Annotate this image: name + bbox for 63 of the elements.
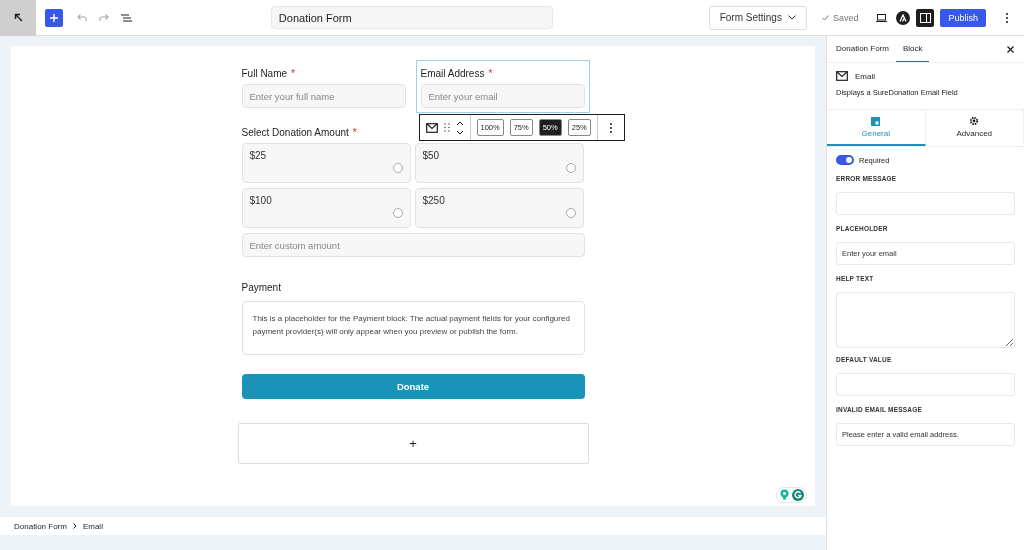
field-label: Payment	[241, 282, 281, 293]
donate-button[interactable]: Donate	[241, 374, 585, 399]
publish-button[interactable]: Publish	[940, 8, 986, 27]
move-up-down-icon[interactable]	[455, 119, 464, 136]
list-icon	[120, 13, 132, 22]
settings-tab[interactable]: General	[827, 110, 926, 146]
plus-icon	[50, 13, 58, 22]
amount-text: $100	[249, 195, 272, 208]
amount-text: $25	[249, 150, 267, 163]
custom-amount-field[interactable]: Enter custom amount	[241, 233, 585, 257]
required-toggle[interactable]	[836, 155, 854, 165]
input-field[interactable]: Enter your full name	[241, 84, 406, 108]
amount-option[interactable]: $25	[241, 143, 411, 183]
chevron-down-icon	[787, 15, 796, 20]
required-mark: *	[291, 68, 295, 79]
mail-icon	[425, 122, 438, 133]
field-block[interactable]: Full Name * Enter your full name	[236, 60, 411, 113]
field-label: Full Name	[241, 68, 288, 79]
title-field[interactable]: Donation Form	[270, 6, 553, 29]
required-mark: *	[488, 68, 493, 79]
block-name: Email	[855, 71, 875, 81]
amount-option[interactable]: $250	[414, 188, 584, 228]
arrow-icon	[13, 13, 23, 22]
sidebar-toggle-button[interactable]	[916, 8, 935, 27]
breadcrumb-link[interactable]: Email	[82, 521, 103, 531]
mail-icon	[836, 71, 848, 81]
redo-icon	[99, 13, 109, 22]
add-block-button[interactable]: +	[237, 423, 589, 464]
input-field[interactable]: Enter your email	[420, 84, 585, 108]
amount-text: $250	[422, 195, 445, 208]
logo-button[interactable]	[896, 10, 911, 25]
radio-button[interactable]	[565, 163, 576, 173]
square-icon	[871, 116, 881, 126]
amount-text: $50	[422, 150, 440, 163]
saved-status: Saved	[832, 12, 859, 23]
sidebar-icon	[919, 12, 931, 23]
gear-icon	[969, 116, 980, 126]
sidebar-tab[interactable]: Block	[895, 36, 930, 62]
field-label: Email Address	[420, 68, 485, 79]
sidebar-tab[interactable]: Donation Form	[829, 36, 896, 62]
logo-icon	[899, 13, 908, 22]
undo-icon	[77, 13, 87, 22]
chevron-icon	[72, 523, 77, 529]
breadcrumb-link[interactable]: Donation Form	[14, 521, 67, 531]
settings-tab[interactable]: Advanced	[925, 110, 1024, 146]
back-button[interactable]	[0, 0, 36, 36]
close-icon	[1007, 45, 1014, 53]
add-block-button[interactable]	[45, 8, 63, 27]
radio-button[interactable]	[392, 163, 403, 173]
more-options-icon[interactable]	[609, 122, 612, 133]
grammar-icon[interactable]	[792, 489, 804, 501]
radio-button[interactable]	[565, 208, 576, 218]
field-label: Select Donation Amount	[241, 127, 349, 138]
laptop-icon	[875, 13, 887, 22]
amount-option[interactable]: $50	[414, 143, 584, 183]
payment-placeholder-note: This is a placeholder for the Payment block. The actual payment fields for your configured payment provider(s) will only appear when you preview or publish the form.	[241, 301, 585, 355]
check-icon	[821, 14, 829, 21]
required-mark: *	[352, 127, 357, 138]
amount-option[interactable]: $100	[241, 188, 411, 228]
radio-button[interactable]	[392, 208, 403, 218]
form-settings-button[interactable]: Form Settings	[708, 5, 807, 30]
drag-handle-icon[interactable]	[443, 123, 450, 132]
bulb-icon[interactable]	[779, 489, 790, 500]
